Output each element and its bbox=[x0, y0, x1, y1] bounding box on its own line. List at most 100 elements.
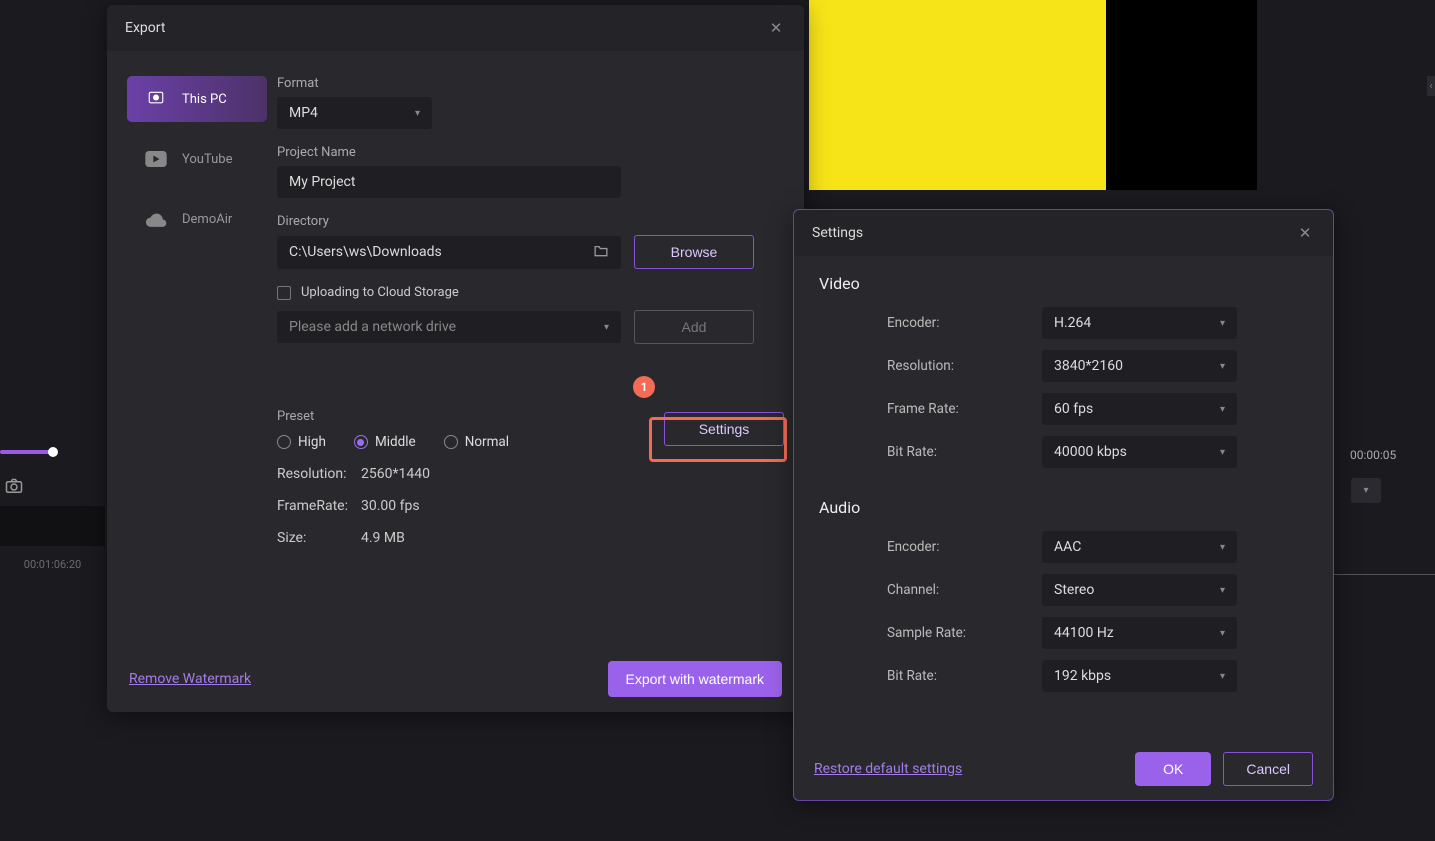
sidebar-item-youtube[interactable]: YouTube bbox=[127, 136, 267, 182]
video-encoder-value: H.264 bbox=[1054, 315, 1091, 331]
settings-dialog-title: Settings bbox=[812, 225, 863, 241]
audio-encoder-label: Encoder: bbox=[887, 539, 1042, 555]
pc-icon bbox=[145, 90, 167, 108]
directory-value: C:\Users\ws\Downloads bbox=[289, 244, 442, 260]
size-info-value: 4.9 MB bbox=[361, 530, 405, 546]
export-dialog: Export ✕ This PC YouTube DemoAir bbox=[107, 5, 804, 712]
chevron-down-icon: ▾ bbox=[1220, 318, 1225, 329]
video-bitrate-select[interactable]: 40000 kbps ▾ bbox=[1042, 436, 1237, 468]
settings-close-button[interactable]: ✕ bbox=[1295, 223, 1315, 243]
format-label: Format bbox=[277, 76, 784, 91]
preset-radio-normal[interactable]: Normal bbox=[444, 434, 509, 450]
chevron-down-icon: ▾ bbox=[1220, 585, 1225, 596]
chevron-down-icon: ▾ bbox=[604, 322, 609, 333]
format-value: MP4 bbox=[289, 105, 318, 121]
audio-encoder-value: AAC bbox=[1054, 539, 1081, 555]
sidebar-item-demoair[interactable]: DemoAir bbox=[127, 196, 267, 242]
camera-icon[interactable] bbox=[5, 478, 23, 497]
add-drive-button[interactable]: Add bbox=[634, 310, 754, 344]
folder-icon bbox=[593, 244, 609, 261]
cloud-icon bbox=[145, 210, 167, 228]
export-with-watermark-button[interactable]: Export with watermark bbox=[608, 661, 782, 697]
audio-bitrate-label: Bit Rate: bbox=[887, 668, 1042, 684]
audio-bitrate-select[interactable]: 192 kbps ▾ bbox=[1042, 660, 1237, 692]
preset-radio-middle[interactable]: Middle bbox=[354, 434, 416, 450]
settings-dialog: Settings ✕ Video Encoder: H.264 ▾ Resolu… bbox=[793, 209, 1334, 801]
size-info-label: Size: bbox=[277, 530, 361, 546]
remove-watermark-link[interactable]: Remove Watermark bbox=[129, 671, 251, 687]
preset-radio-high[interactable]: High bbox=[277, 434, 326, 450]
chevron-down-icon: ▾ bbox=[1220, 361, 1225, 372]
sidebar-item-label: YouTube bbox=[182, 152, 233, 167]
audio-encoder-select[interactable]: AAC ▾ bbox=[1042, 531, 1237, 563]
network-drive-select[interactable]: Please add a network drive ▾ bbox=[277, 311, 621, 343]
timeline-time-stamp: 00:01:06:20 bbox=[0, 558, 105, 571]
video-resolution-value: 3840*2160 bbox=[1054, 358, 1123, 374]
timeline-ruler bbox=[1332, 574, 1435, 582]
video-encoder-label: Encoder: bbox=[887, 315, 1042, 331]
resolution-info-value: 2560*1440 bbox=[361, 466, 430, 482]
sidebar-item-label: This PC bbox=[182, 92, 227, 107]
audio-channel-label: Channel: bbox=[887, 582, 1042, 598]
radio-icon bbox=[277, 435, 291, 449]
audio-section-title: Audio bbox=[819, 498, 1308, 517]
project-name-label: Project Name bbox=[277, 145, 784, 160]
project-name-input[interactable]: My Project bbox=[277, 166, 621, 198]
preview-end-time: 00:00:05 bbox=[1350, 448, 1396, 462]
preview-options-dropdown[interactable]: ▾ bbox=[1351, 478, 1381, 503]
video-resolution-label: Resolution: bbox=[887, 358, 1042, 374]
video-section-title: Video bbox=[819, 274, 1308, 293]
chevron-down-icon: ▾ bbox=[1220, 447, 1225, 458]
chevron-down-icon: ▾ bbox=[1220, 404, 1225, 415]
video-resolution-select[interactable]: 3840*2160 ▾ bbox=[1042, 350, 1237, 382]
network-drive-placeholder: Please add a network drive bbox=[289, 319, 456, 335]
radio-label: Normal bbox=[465, 434, 509, 450]
framerate-info-label: FrameRate: bbox=[277, 498, 361, 514]
audio-channel-value: Stereo bbox=[1054, 582, 1094, 598]
checkbox-icon bbox=[277, 286, 291, 300]
video-bitrate-value: 40000 kbps bbox=[1054, 444, 1127, 460]
sidebar-item-this-pc[interactable]: This PC bbox=[127, 76, 267, 122]
chevron-down-icon: ▾ bbox=[415, 108, 420, 119]
video-framerate-select[interactable]: 60 fps ▾ bbox=[1042, 393, 1237, 425]
audio-channel-select[interactable]: Stereo ▾ bbox=[1042, 574, 1237, 606]
chevron-down-icon: ▾ bbox=[1220, 628, 1225, 639]
chevron-down-icon: ▾ bbox=[1220, 542, 1225, 553]
restore-defaults-link[interactable]: Restore default settings bbox=[814, 761, 962, 777]
panel-collapse-chevron[interactable]: ‹ bbox=[1427, 76, 1435, 96]
directory-label: Directory bbox=[277, 214, 784, 229]
cloud-upload-checkbox[interactable]: Uploading to Cloud Storage bbox=[277, 285, 784, 300]
browse-button[interactable]: Browse bbox=[634, 235, 754, 269]
video-framerate-label: Frame Rate: bbox=[887, 401, 1042, 417]
cancel-button[interactable]: Cancel bbox=[1223, 752, 1313, 786]
export-target-sidebar: This PC YouTube DemoAir bbox=[127, 76, 267, 546]
directory-input[interactable]: C:\Users\ws\Downloads bbox=[277, 236, 621, 269]
video-framerate-value: 60 fps bbox=[1054, 401, 1093, 417]
settings-button[interactable]: Settings bbox=[664, 412, 784, 446]
radio-icon bbox=[354, 435, 368, 449]
preview-yellow-block bbox=[809, 0, 1106, 190]
ok-button[interactable]: OK bbox=[1135, 752, 1211, 786]
export-dialog-title: Export bbox=[125, 20, 165, 36]
timeline-track[interactable] bbox=[0, 506, 105, 546]
youtube-icon bbox=[145, 150, 167, 168]
video-bitrate-label: Bit Rate: bbox=[887, 444, 1042, 460]
framerate-info-value: 30.00 fps bbox=[361, 498, 420, 514]
chevron-down-icon: ▾ bbox=[1220, 671, 1225, 682]
audio-bitrate-value: 192 kbps bbox=[1054, 668, 1111, 684]
export-close-button[interactable]: ✕ bbox=[766, 18, 786, 38]
audio-samplerate-select[interactable]: 44100 Hz ▾ bbox=[1042, 617, 1237, 649]
preset-label: Preset bbox=[277, 409, 509, 424]
video-encoder-select[interactable]: H.264 ▾ bbox=[1042, 307, 1237, 339]
project-name-value: My Project bbox=[289, 174, 355, 190]
audio-samplerate-value: 44100 Hz bbox=[1054, 625, 1114, 641]
radio-label: High bbox=[298, 434, 326, 450]
sidebar-item-label: DemoAir bbox=[182, 212, 232, 227]
timeline-scrubber[interactable] bbox=[0, 450, 105, 456]
resolution-info-label: Resolution: bbox=[277, 466, 361, 482]
radio-icon bbox=[444, 435, 458, 449]
radio-label: Middle bbox=[375, 434, 416, 450]
cloud-upload-label: Uploading to Cloud Storage bbox=[301, 285, 459, 300]
annotation-badge-1: 1 bbox=[633, 376, 655, 398]
format-select[interactable]: MP4 ▾ bbox=[277, 97, 432, 129]
